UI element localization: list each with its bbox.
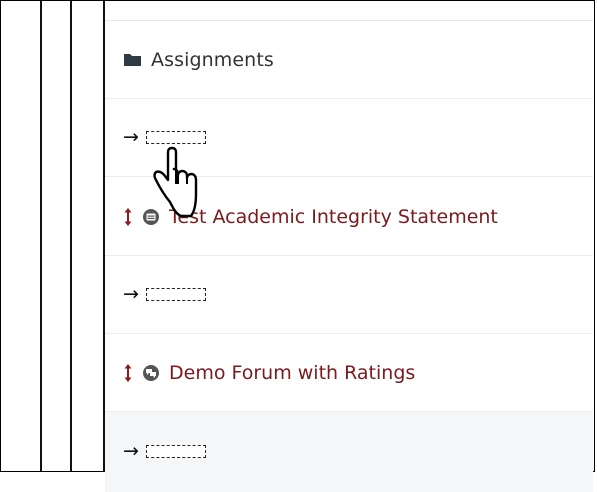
folder-icon: [124, 54, 141, 66]
section-header-row: Assignments: [105, 21, 593, 99]
divider-line: [70, 1, 72, 471]
drop-target-row[interactable]: →: [105, 99, 593, 177]
drop-zone[interactable]: [145, 444, 206, 458]
activity-link[interactable]: Demo Forum with Ratings: [169, 362, 415, 384]
activity-row: Test Academic Integrity Statement: [105, 178, 593, 256]
arrow-icon: →: [123, 126, 139, 148]
drop-zone[interactable]: [145, 131, 206, 144]
drop-zone[interactable]: [145, 288, 206, 301]
drop-target-row[interactable]: →: [105, 256, 593, 334]
activity-link[interactable]: Test Academic Integrity Statement: [169, 206, 498, 228]
arrow-icon: →: [123, 283, 139, 305]
forum-icon: [143, 364, 159, 381]
move-icon[interactable]: [123, 207, 133, 227]
course-editor-frame: Assignments → Test Academic Integrity St…: [0, 0, 595, 492]
section-row-top: [105, 0, 593, 21]
move-icon[interactable]: [123, 363, 133, 383]
arrow-icon: →: [123, 439, 139, 462]
activity-row: Demo Forum with Ratings: [105, 334, 593, 412]
divider-line: [40, 1, 42, 471]
drop-target-row[interactable]: →: [105, 412, 593, 492]
quiz-icon: [143, 208, 159, 225]
section-title: Assignments: [151, 48, 274, 71]
course-section: Assignments → Test Academic Integrity St…: [105, 0, 593, 492]
